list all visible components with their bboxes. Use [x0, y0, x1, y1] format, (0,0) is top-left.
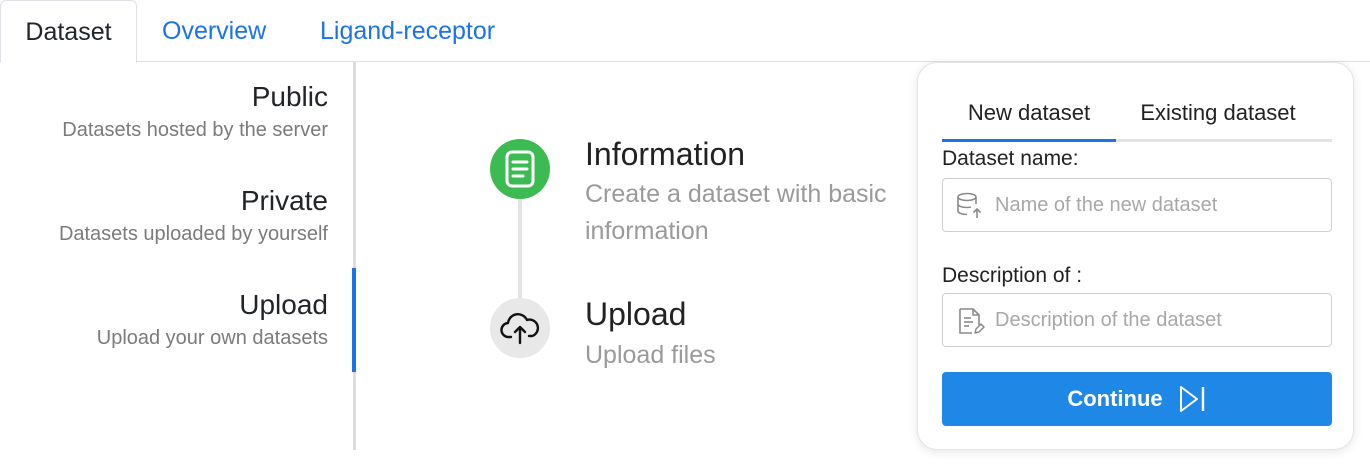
- dataset-form-panel: New dataset Existing dataset Dataset nam…: [917, 62, 1354, 450]
- sidebar-item-subtitle: Datasets hosted by the server: [62, 119, 328, 141]
- step-connector: [518, 196, 522, 306]
- tab-dataset[interactable]: Dataset: [0, 0, 137, 63]
- continue-label: Continue: [1067, 386, 1163, 411]
- description-field-wrapper: [942, 293, 1332, 347]
- cloud-upload-icon: [500, 313, 540, 345]
- tab-ligand-receptor[interactable]: Ligand-receptor: [320, 0, 495, 62]
- step-upload-marker: [490, 298, 550, 358]
- step-description: Create a dataset with basic information: [585, 180, 887, 245]
- dataset-name-input[interactable]: [995, 179, 1325, 231]
- sidebar-item-title: Upload: [239, 289, 328, 320]
- description-input[interactable]: [995, 294, 1325, 346]
- step-title: Upload: [585, 296, 687, 332]
- sidebar-item-public[interactable]: Public Datasets hosted by the server: [62, 80, 328, 144]
- step-information-marker: [490, 139, 550, 199]
- play-skip-icon: [1179, 386, 1204, 412]
- document-icon: [505, 150, 535, 188]
- sidebar-item-title: Public: [251, 81, 328, 112]
- description-label: Description of :: [942, 264, 1083, 287]
- tab-overview[interactable]: Overview: [162, 0, 266, 62]
- step-title: Information: [585, 136, 746, 172]
- dataset-name-field-wrapper: [942, 178, 1332, 232]
- tab-new-dataset[interactable]: New dataset: [942, 93, 1116, 142]
- sidebar-item-title: Private: [240, 185, 328, 216]
- step-description: Upload files: [585, 341, 716, 369]
- sidebar-item-private[interactable]: Private Datasets uploaded by yourself: [59, 184, 328, 248]
- dataset-name-label: Dataset name:: [942, 147, 1079, 170]
- tab-existing-dataset[interactable]: Existing dataset: [1116, 93, 1320, 139]
- sidebar-item-subtitle: Datasets uploaded by yourself: [58, 223, 328, 245]
- panel-tab-bar: New dataset Existing dataset: [942, 93, 1332, 142]
- sidebar-item-subtitle: Upload your own datasets: [96, 327, 328, 349]
- top-tab-bar: Dataset Overview Ligand-receptor: [0, 0, 1370, 63]
- sidebar-item-upload[interactable]: Upload Upload your own datasets: [97, 288, 328, 352]
- continue-button[interactable]: Continue: [942, 372, 1332, 426]
- document-edit-icon: [959, 308, 985, 334]
- database-upload-icon: [957, 192, 982, 218]
- sidebar: Public Datasets hosted by the server Pri…: [0, 62, 356, 450]
- sidebar-active-indicator: [352, 268, 356, 372]
